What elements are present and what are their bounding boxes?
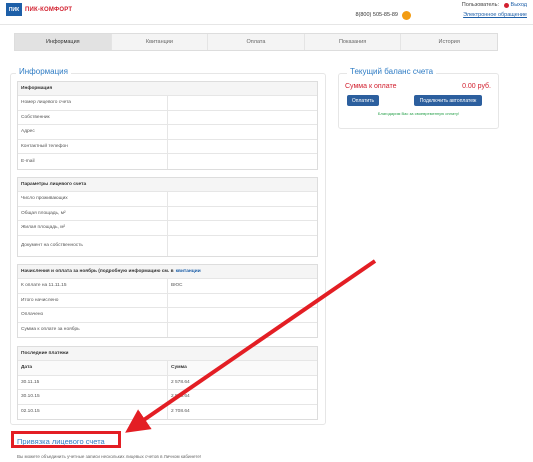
annotation-arrow xyxy=(125,259,377,433)
